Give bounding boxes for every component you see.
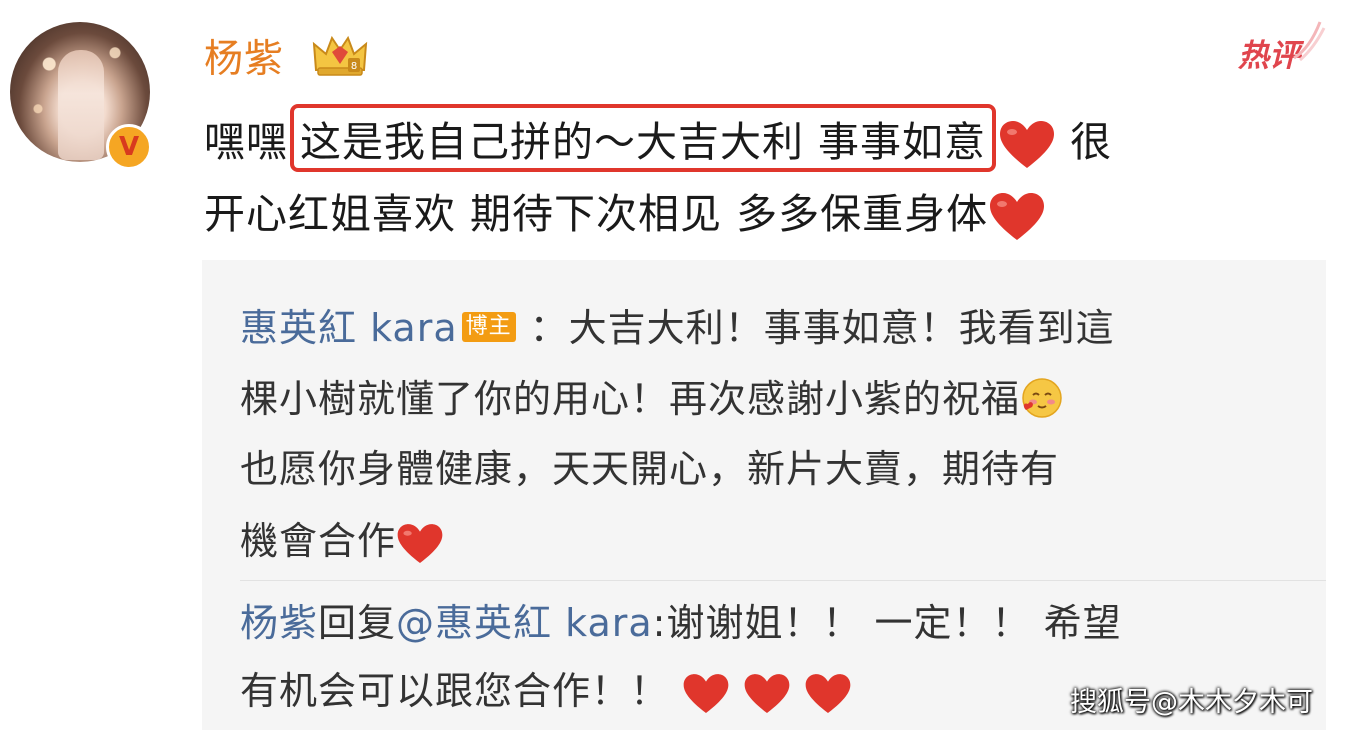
highlighted-text: 这是我自己拼的～大吉大利 事事如意 xyxy=(290,104,997,172)
heart-icon xyxy=(1000,121,1055,168)
sub-reply-line-2: 有机会可以跟您合作！！ xyxy=(240,660,852,715)
sub-reply-line-1: 杨紫回复@惠英紅 kara:谢谢姐！！ 一定！！ 希望 xyxy=(240,592,1122,647)
reply-text-3: 也愿你身體健康，天天開心，新片大賣，期待有 xyxy=(240,447,1060,491)
mention-link[interactable]: @惠英紅 kara xyxy=(396,601,653,645)
reply-text-1: ：大吉大利！事事如意！我看到這 xyxy=(529,306,1115,350)
comment-prefix: 嘿嘿 xyxy=(204,118,288,166)
comment-line-2: 开心红姐喜欢 期待下次相见 多多保重身体 xyxy=(204,180,1046,242)
reply-line-2: 棵小樹就懂了你的用心！再次感謝小紫的祝福 xyxy=(240,368,1064,424)
sub-reply-author-link[interactable]: 杨紫 xyxy=(240,601,318,645)
reply-line-4: 機會合作 xyxy=(240,510,444,565)
sub-reply-text-2: 有机会可以跟您合作！！ xyxy=(240,669,670,713)
post-username[interactable]: 杨紫 xyxy=(204,28,284,84)
comment-suffix: 很 xyxy=(1070,118,1113,166)
hot-wing-icon xyxy=(1293,21,1326,62)
reply-text-2: 棵小樹就懂了你的用心！再次感謝小紫的祝福 xyxy=(240,377,1021,421)
reply-author-link[interactable]: 惠英紅 kara xyxy=(240,306,458,350)
verified-badge-icon: V xyxy=(106,124,152,170)
reply-divider xyxy=(240,580,1326,581)
watermark: 搜狐号@木木夕木可 xyxy=(1070,687,1313,718)
heart-icon xyxy=(397,523,443,563)
vip-crown-icon: 8 xyxy=(312,35,368,76)
svg-text:8: 8 xyxy=(351,61,357,72)
blush-emoji-icon xyxy=(1022,377,1062,418)
heart-icon xyxy=(990,193,1045,240)
heart-icon xyxy=(744,673,790,713)
comment-line-1: 嘿嘿 这是我自己拼的～大吉大利 事事如意 很 xyxy=(204,104,1112,172)
avatar-figure xyxy=(58,50,104,160)
heart-icon xyxy=(683,673,729,713)
blogger-tag: 博主 xyxy=(461,311,516,342)
comment-text-2: 开心红姐喜欢 期待下次相见 多多保重身体 xyxy=(204,190,989,238)
sub-reply-text-1: :谢谢姐！！ 一定！！ 希望 xyxy=(652,601,1122,645)
heart-icon xyxy=(805,673,851,713)
reply-text-4: 機會合作 xyxy=(240,519,397,563)
reply-line-3: 也愿你身體健康，天天開心，新片大賣，期待有 xyxy=(240,438,1059,493)
reply-line-1: 惠英紅 kara 博主 ：大吉大利！事事如意！我看到這 xyxy=(240,297,1115,352)
reply-word: 回复 xyxy=(318,601,397,645)
